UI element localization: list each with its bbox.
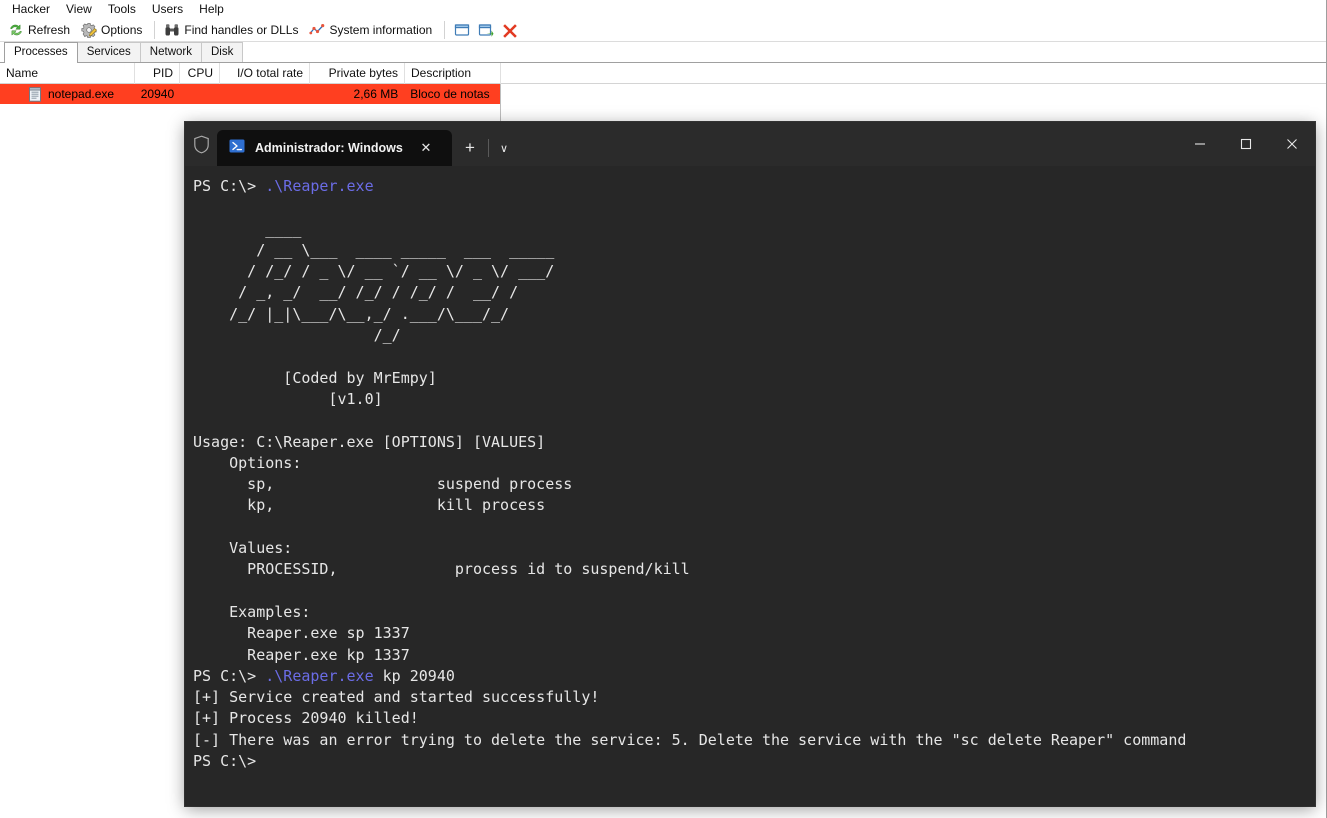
toolbar-divider-1 xyxy=(154,20,156,39)
menu-tools[interactable]: Tools xyxy=(100,0,144,18)
tab-strip: Processes Services Network Disk xyxy=(0,42,1326,63)
system-information-button[interactable]: System information xyxy=(305,19,439,41)
show-window-button[interactable] xyxy=(450,19,474,41)
tab-disk[interactable]: Disk xyxy=(200,42,244,62)
process-description: Bloco de notas xyxy=(410,87,490,101)
process-io-total-rate xyxy=(220,84,310,104)
binoculars-icon xyxy=(164,22,180,38)
chevron-down-icon[interactable]: ∨ xyxy=(489,130,519,166)
refresh-button[interactable]: Refresh xyxy=(4,19,77,41)
terminal-titlebar: Administrador: Windows Pow ✕ + ∨ xyxy=(185,122,1315,166)
column-header-description[interactable]: Description xyxy=(405,62,501,84)
window-arrow-icon xyxy=(478,22,494,38)
graph-icon xyxy=(309,22,325,38)
windows-terminal-window: Administrador: Windows Pow ✕ + ∨ PS C:\>… xyxy=(185,122,1315,806)
menu-help[interactable]: Help xyxy=(191,0,232,18)
terminal-body[interactable]: PS C:\> .\Reaper.exe ____ / __ \___ ____… xyxy=(185,166,1315,806)
terminate-process-button[interactable] xyxy=(498,19,522,41)
toolbar: Refresh Options Find handles or DLLs Sys… xyxy=(0,18,1326,42)
options-label: Options xyxy=(101,22,143,37)
powershell-icon xyxy=(229,138,245,159)
column-header-pid[interactable]: PID xyxy=(135,62,180,84)
find-handles-button[interactable]: Find handles or DLLs xyxy=(160,19,305,41)
terminal-tab[interactable]: Administrador: Windows Pow ✕ xyxy=(217,130,452,166)
close-x-icon xyxy=(502,22,518,38)
terminal-command: .\Reaper.exe xyxy=(265,666,374,685)
window-icon xyxy=(454,22,470,38)
menu-view[interactable]: View xyxy=(58,0,100,18)
column-header-cpu[interactable]: CPU xyxy=(180,62,220,84)
tab-network[interactable]: Network xyxy=(139,42,202,62)
toolbar-divider-2 xyxy=(444,20,446,39)
column-header-private-bytes[interactable]: Private bytes xyxy=(310,62,405,84)
terminal-output: PS C:\> .\Reaper.exe ____ / __ \___ ____… xyxy=(193,177,1187,771)
menu-hacker[interactable]: Hacker xyxy=(4,0,58,18)
close-button[interactable] xyxy=(1269,122,1315,166)
process-private-bytes: 2,66 MB xyxy=(353,87,399,101)
process-cpu xyxy=(180,84,220,104)
new-tab-button[interactable]: + xyxy=(452,130,488,166)
system-information-label: System information xyxy=(329,22,433,37)
gear-icon xyxy=(81,22,97,38)
terminal-tab-title: Administrador: Windows Pow xyxy=(255,141,405,155)
maximize-button[interactable] xyxy=(1223,122,1269,166)
table-row[interactable]: notepad.exe 20940 2,66 MB Bloco de notas xyxy=(0,84,500,104)
process-pid: 20940 xyxy=(140,87,175,101)
refresh-label: Refresh xyxy=(28,22,71,37)
notepad-icon xyxy=(28,86,42,102)
column-header-name[interactable]: Name xyxy=(0,62,135,84)
column-headers: Name PID CPU I/O total rate Private byte… xyxy=(0,62,1326,84)
find-handles-label: Find handles or DLLs xyxy=(184,22,299,37)
options-button[interactable]: Options xyxy=(77,19,149,41)
close-tab-icon[interactable]: ✕ xyxy=(415,137,437,159)
window-controls xyxy=(1177,122,1315,166)
minimize-button[interactable] xyxy=(1177,122,1223,166)
refresh-icon xyxy=(8,22,24,38)
restore-window-button[interactable] xyxy=(474,19,498,41)
column-header-io-total-rate[interactable]: I/O total rate xyxy=(220,62,310,84)
menu-users[interactable]: Users xyxy=(144,0,191,18)
process-name: notepad.exe xyxy=(48,87,115,101)
process-name-cell: notepad.exe xyxy=(0,84,135,104)
menu-bar: Hacker View Tools Users Help xyxy=(0,0,1326,18)
terminal-command: .\Reaper.exe xyxy=(265,177,374,195)
tab-services[interactable]: Services xyxy=(76,42,141,62)
admin-shield-icon xyxy=(185,122,217,166)
tab-processes[interactable]: Processes xyxy=(4,42,78,63)
